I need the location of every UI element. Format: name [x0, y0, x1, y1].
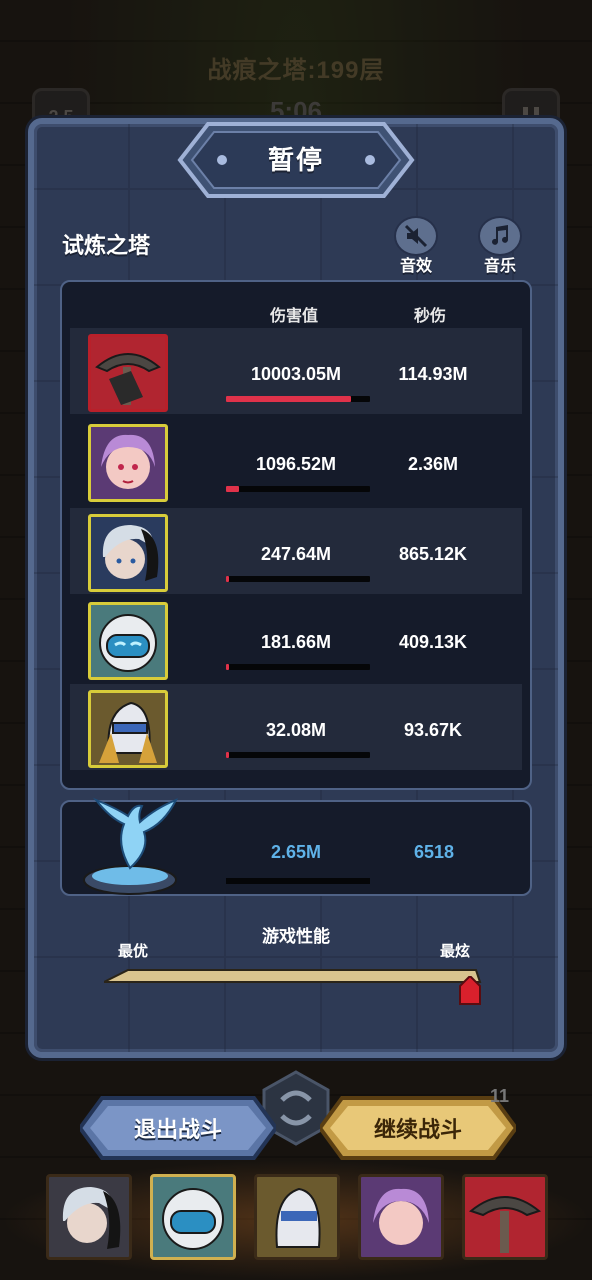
hero-row-4: 181.66M 409.13K: [70, 596, 522, 682]
damage-share-bar: [226, 396, 370, 402]
knight-hero-icon: [275, 1187, 321, 1248]
damage-share-bar: [226, 486, 370, 492]
exit-battle-label: 退出战斗: [133, 1117, 222, 1142]
hero-damage: 1096.52M: [255, 454, 337, 474]
purple-hair-hero-portrait: [88, 424, 168, 502]
performance-max-label: 最炫: [440, 943, 471, 960]
music-label: 音乐: [483, 258, 516, 275]
hero-dps: 2.36M: [407, 454, 459, 474]
continue-battle-button[interactable]: 继续战斗: [317, 1094, 519, 1162]
continue-battle-label: 继续战斗: [373, 1117, 462, 1142]
team-slot-umbrella-hero[interactable]: [462, 1174, 548, 1260]
dialog-title: 暂停: [267, 145, 324, 175]
hero-dps: 865.12K: [398, 544, 468, 564]
sound-off-icon: [394, 216, 438, 256]
hero-dps: 114.93M: [398, 364, 468, 384]
silver-hair-hero-icon: [62, 1187, 121, 1249]
exit-battle-button[interactable]: 退出战斗: [77, 1094, 279, 1162]
purple-hair-hero-icon: [373, 1188, 429, 1245]
sound-label: 音效: [399, 258, 432, 275]
silver-hair-hero-portrait: [88, 514, 168, 592]
pet-dps: 6518: [413, 842, 455, 862]
team-slot-purple-hair-hero[interactable]: [358, 1174, 444, 1260]
knight-hero-portrait: [88, 690, 168, 768]
coin-count: 11: [490, 1086, 510, 1106]
robot-hero-icon: [162, 1188, 224, 1250]
pet-damage-bar: [226, 878, 370, 884]
damage-share-bar: [226, 664, 370, 670]
phoenix-pet-icon: [83, 797, 179, 895]
hero-row-5: 32.08M 93.67K: [70, 684, 522, 770]
team-slot-robot-hero[interactable]: [150, 1174, 236, 1260]
hero-row-3: 247.64M 865.12K: [70, 508, 522, 594]
dps-header: 秒伤: [414, 308, 447, 325]
team-slot-silver-hair-hero[interactable]: [46, 1174, 132, 1260]
robot-hero-portrait: [88, 602, 168, 680]
music-off-icon: [478, 216, 522, 256]
hero-row-2: 1096.52M 2.36M: [70, 418, 522, 504]
sound-toggle[interactable]: 音效: [388, 216, 444, 276]
music-toggle[interactable]: 音乐: [472, 216, 528, 276]
performance-min-label: 最优: [118, 943, 149, 960]
hero-dps: 409.13K: [398, 632, 468, 652]
hero-dps: 93.67K: [403, 720, 463, 740]
pet-damage: 2.65M: [270, 842, 322, 862]
damage-header: 伤害值: [270, 308, 319, 325]
hero-damage: 181.66M: [260, 632, 332, 652]
hero-damage: 32.08M: [265, 720, 327, 740]
damage-share-bar: [226, 576, 370, 582]
hero-row-1: 10003.05M 114.93M: [70, 328, 522, 414]
performance-slider-handle[interactable]: [459, 976, 481, 1006]
tower-name: 试炼之塔: [62, 233, 151, 258]
umbrella-hero-icon: [468, 1196, 542, 1253]
performance-slider-track[interactable]: [104, 966, 484, 986]
umbrella-hero-portrait: [88, 334, 168, 412]
hero-damage: 10003.05M: [250, 364, 342, 384]
damage-share-bar: [226, 752, 370, 758]
team-slot-knight-hero[interactable]: [254, 1174, 340, 1260]
hero-damage: 247.64M: [260, 544, 332, 564]
performance-title: 游戏性能: [262, 927, 330, 946]
